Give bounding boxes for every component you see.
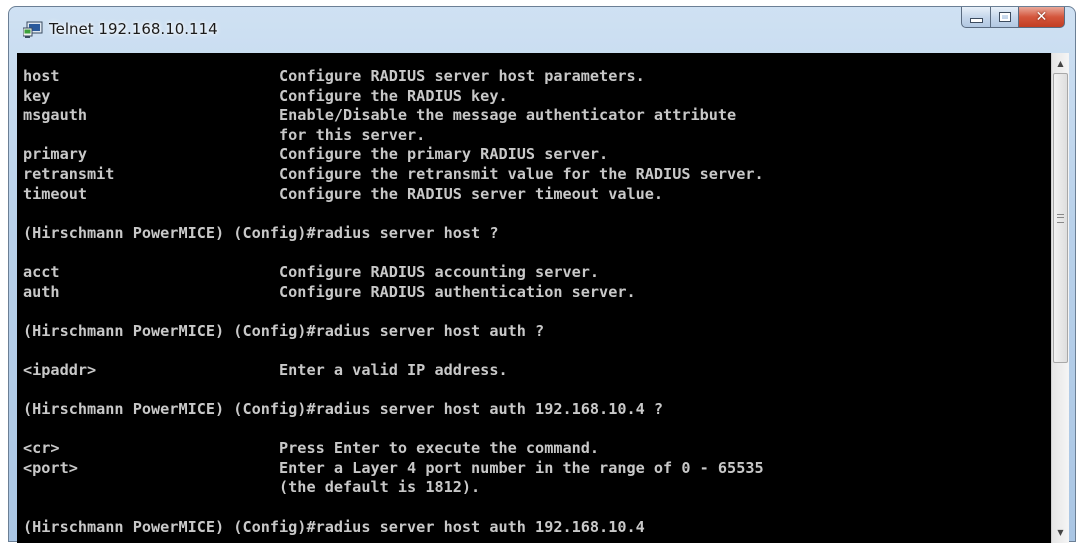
- maximize-icon: [998, 12, 1011, 22]
- vertical-scrollbar[interactable]: ▲ ▼: [1051, 53, 1069, 543]
- console-line: key Configure the RADIUS key.: [23, 86, 508, 105]
- minimize-icon: [969, 18, 983, 23]
- window-title: Telnet 192.168.10.114: [49, 20, 218, 38]
- console-line: auth Configure RADIUS authentication ser…: [23, 282, 636, 301]
- console-line: retransmit Configure the retransmit valu…: [23, 164, 764, 183]
- console-line: acct Configure RADIUS accounting server.: [23, 262, 600, 281]
- console-line: msgauth Enable/Disable the message authe…: [23, 106, 737, 125]
- console-line: (the default is 1812).: [23, 478, 481, 497]
- console-line: host Configure RADIUS server host parame…: [23, 67, 645, 85]
- scroll-thumb[interactable]: [1053, 73, 1068, 363]
- console-line: primary Configure the primary RADIUS ser…: [23, 145, 609, 164]
- title-bar[interactable]: Telnet 192.168.10.114 ✕: [9, 7, 1075, 53]
- console-line: (Hirschmann PowerMICE) (Config)#radius s…: [23, 321, 545, 340]
- minimize-button[interactable]: [961, 7, 991, 28]
- console-output[interactable]: host Configure RADIUS server host parame…: [17, 53, 1051, 543]
- console-line: <ipaddr> Enter a valid IP address.: [23, 360, 508, 379]
- scroll-grip-icon: [1057, 214, 1064, 223]
- scroll-down-icon[interactable]: ▼: [1052, 524, 1069, 541]
- console-line: <cr> Press Enter to execute the command.: [23, 439, 600, 458]
- scroll-up-icon[interactable]: ▲: [1052, 55, 1069, 72]
- close-button[interactable]: ✕: [1019, 7, 1065, 28]
- console-lines: host Configure RADIUS server host parame…: [23, 67, 764, 537]
- close-icon: ✕: [1035, 9, 1048, 25]
- console-line: <port> Enter a Layer 4 port number in th…: [23, 458, 764, 477]
- caption-buttons: ✕: [961, 7, 1065, 29]
- console-line: (Hirschmann PowerMICE) (Config)#radius s…: [23, 400, 664, 419]
- telnet-window: Telnet 192.168.10.114 ✕ host Configure R…: [8, 6, 1076, 543]
- console-line: timeout Configure the RADIUS server time…: [23, 184, 664, 203]
- console-line: (Hirschmann PowerMICE) (Config)#radius s…: [23, 223, 499, 242]
- console-line: (Hirschmann PowerMICE) (Config)#radius s…: [23, 517, 645, 536]
- telnet-console-icon: [22, 21, 43, 39]
- maximize-button[interactable]: [991, 7, 1019, 28]
- console-line: for this server.: [23, 125, 426, 144]
